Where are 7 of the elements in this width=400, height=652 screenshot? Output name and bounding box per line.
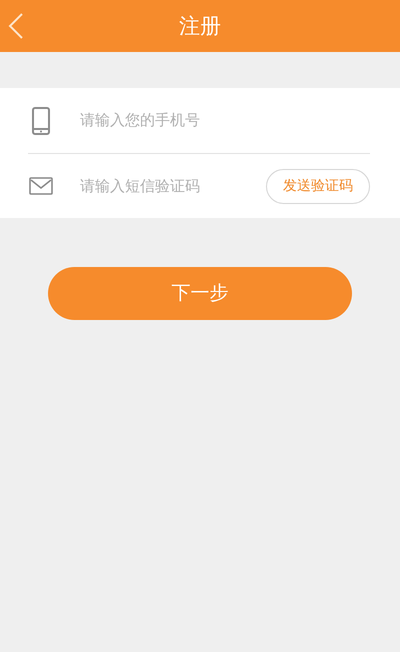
page-title: 注册 (179, 13, 221, 40)
code-field[interactable]: 请输入短信验证码 (80, 174, 266, 198)
envelope-icon (29, 177, 53, 195)
phone-icon (32, 106, 50, 134)
phone-field[interactable]: 请输入您的手机号 (80, 109, 370, 132)
send-code-button[interactable]: 发送验证码 (266, 168, 370, 204)
next-step-button[interactable]: 下一步 (48, 267, 352, 320)
